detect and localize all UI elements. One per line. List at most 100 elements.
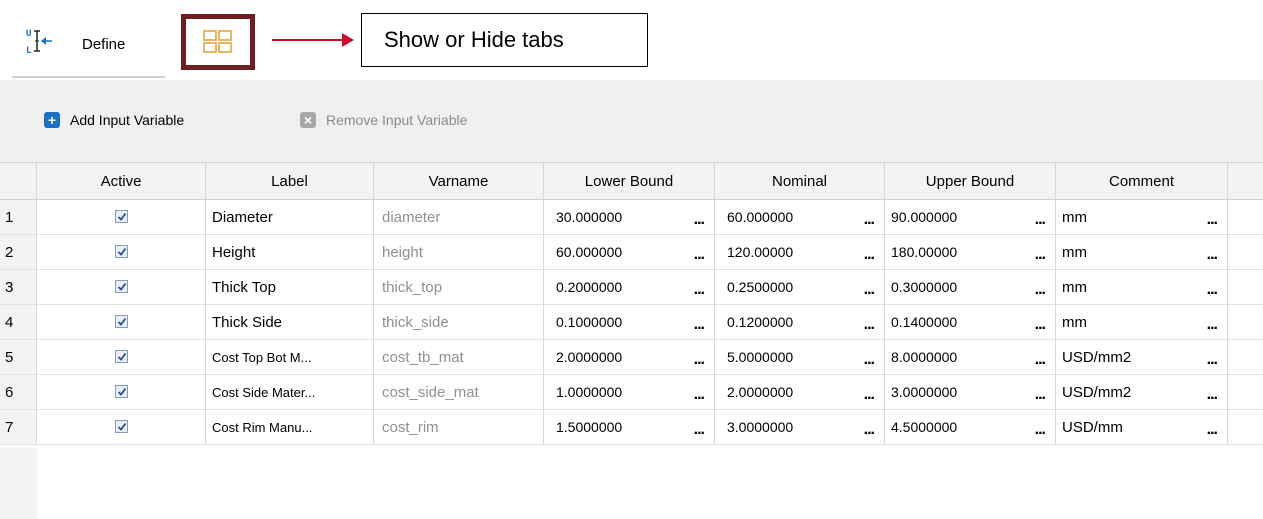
upper-bound-ellipsis-button[interactable]: ... <box>1035 307 1046 339</box>
lower-bound-ellipsis-button[interactable]: ... <box>694 342 705 374</box>
lower-bound-ellipsis-button[interactable]: ... <box>694 202 705 234</box>
comment-cell[interactable]: mm... <box>1056 270 1228 305</box>
varname-cell[interactable]: cost_side_mat <box>374 375 544 410</box>
varname-cell[interactable]: height <box>374 235 544 270</box>
varname-cell[interactable]: thick_side <box>374 305 544 340</box>
row-number[interactable]: 5 <box>0 340 37 375</box>
comment-ellipsis-button[interactable]: ... <box>1207 307 1218 339</box>
comment-value: mm <box>1062 279 1087 296</box>
comment-ellipsis-button[interactable]: ... <box>1207 377 1218 409</box>
active-checkbox[interactable] <box>114 280 128 293</box>
upper-bound-ellipsis-button[interactable]: ... <box>1035 377 1046 409</box>
row-number[interactable]: 4 <box>0 305 37 340</box>
comment-cell[interactable]: USD/mm... <box>1056 410 1228 445</box>
tab-define[interactable]: U L Define <box>12 6 165 78</box>
nominal-cell[interactable]: 60.000000... <box>715 200 885 235</box>
comment-ellipsis-button[interactable]: ... <box>1207 272 1218 304</box>
comment-cell[interactable]: mm... <box>1056 235 1228 270</box>
row-number[interactable]: 1 <box>0 200 37 235</box>
header-comment[interactable]: Comment <box>1056 163 1228 200</box>
nominal-ellipsis-button[interactable]: ... <box>864 377 875 409</box>
upper-bound-cell[interactable]: 180.00000... <box>885 235 1056 270</box>
lower-bound-cell[interactable]: 1.5000000... <box>544 410 715 445</box>
lower-bound-cell[interactable]: 1.0000000... <box>544 375 715 410</box>
remove-input-variable-button[interactable]: × Remove Input Variable <box>300 112 467 128</box>
varname-cell[interactable]: thick_top <box>374 270 544 305</box>
header-upper-bound[interactable]: Upper Bound <box>885 163 1056 200</box>
label-cell[interactable]: Height <box>206 235 374 270</box>
nominal-cell[interactable]: 0.2500000... <box>715 270 885 305</box>
upper-bound-value: 3.0000000 <box>891 384 958 400</box>
lower-bound-cell[interactable]: 2.0000000... <box>544 340 715 375</box>
lower-bound-ellipsis-button[interactable]: ... <box>694 237 705 269</box>
label-cell[interactable]: Thick Side <box>206 305 374 340</box>
active-checkbox[interactable] <box>114 210 128 223</box>
nominal-cell[interactable]: 3.0000000... <box>715 410 885 445</box>
row-number[interactable]: 2 <box>0 235 37 270</box>
upper-bound-ellipsis-button[interactable]: ... <box>1035 272 1046 304</box>
nominal-ellipsis-button[interactable]: ... <box>864 342 875 374</box>
comment-cell[interactable]: USD/mm2... <box>1056 340 1228 375</box>
row-number[interactable]: 3 <box>0 270 37 305</box>
label-cell[interactable]: Thick Top <box>206 270 374 305</box>
svg-text:U: U <box>26 29 31 39</box>
active-checkbox[interactable] <box>114 315 128 328</box>
varname-cell[interactable]: cost_rim <box>374 410 544 445</box>
comment-ellipsis-button[interactable]: ... <box>1207 412 1218 444</box>
nominal-ellipsis-button[interactable]: ... <box>864 202 875 234</box>
header-active[interactable]: Active <box>37 163 206 200</box>
nominal-cell[interactable]: 120.00000... <box>715 235 885 270</box>
active-checkbox[interactable] <box>114 350 128 363</box>
table-row: 7 Cost Rim Manu... cost_rim 1.5000000... 3.0… <box>0 410 1263 445</box>
upper-bound-cell[interactable]: 0.3000000... <box>885 270 1056 305</box>
label-cell[interactable]: Cost Top Bot M... <box>206 340 374 375</box>
active-checkbox[interactable] <box>114 245 128 258</box>
nominal-ellipsis-button[interactable]: ... <box>864 307 875 339</box>
lower-bound-cell[interactable]: 0.2000000... <box>544 270 715 305</box>
lower-bound-ellipsis-button[interactable]: ... <box>694 412 705 444</box>
row-number[interactable]: 6 <box>0 375 37 410</box>
lower-bound-cell[interactable]: 30.000000... <box>544 200 715 235</box>
active-checkbox[interactable] <box>114 420 128 433</box>
upper-bound-cell[interactable]: 4.5000000... <box>885 410 1056 445</box>
comment-cell[interactable]: mm... <box>1056 305 1228 340</box>
upper-bound-cell[interactable]: 3.0000000... <box>885 375 1056 410</box>
nominal-cell[interactable]: 5.0000000... <box>715 340 885 375</box>
comment-cell[interactable]: mm... <box>1056 200 1228 235</box>
upper-bound-cell[interactable]: 8.0000000... <box>885 340 1056 375</box>
row-number[interactable]: 7 <box>0 410 37 445</box>
lower-bound-ellipsis-button[interactable]: ... <box>694 377 705 409</box>
comment-cell[interactable]: USD/mm2... <box>1056 375 1228 410</box>
label-cell[interactable]: Cost Rim Manu... <box>206 410 374 445</box>
header-varname[interactable]: Varname <box>374 163 544 200</box>
active-checkbox[interactable] <box>114 385 128 398</box>
comment-ellipsis-button[interactable]: ... <box>1207 342 1218 374</box>
add-input-variable-button[interactable]: + Add Input Variable <box>44 112 184 128</box>
lower-bound-cell[interactable]: 60.000000... <box>544 235 715 270</box>
header-lower-bound[interactable]: Lower Bound <box>544 163 715 200</box>
nominal-cell[interactable]: 2.0000000... <box>715 375 885 410</box>
label-cell[interactable]: Diameter <box>206 200 374 235</box>
label-cell[interactable]: Cost Side Mater... <box>206 375 374 410</box>
nominal-ellipsis-button[interactable]: ... <box>864 237 875 269</box>
varname-cell[interactable]: cost_tb_mat <box>374 340 544 375</box>
comment-ellipsis-button[interactable]: ... <box>1207 202 1218 234</box>
spare-cell <box>1228 200 1263 235</box>
upper-bound-ellipsis-button[interactable]: ... <box>1035 412 1046 444</box>
upper-bound-cell[interactable]: 90.000000... <box>885 200 1056 235</box>
nominal-ellipsis-button[interactable]: ... <box>864 272 875 304</box>
upper-bound-cell[interactable]: 0.1400000... <box>885 305 1056 340</box>
upper-bound-ellipsis-button[interactable]: ... <box>1035 237 1046 269</box>
upper-bound-ellipsis-button[interactable]: ... <box>1035 342 1046 374</box>
header-label[interactable]: Label <box>206 163 374 200</box>
show-hide-tabs-button[interactable] <box>181 14 255 70</box>
lower-bound-ellipsis-button[interactable]: ... <box>694 272 705 304</box>
nominal-cell[interactable]: 0.1200000... <box>715 305 885 340</box>
header-nominal[interactable]: Nominal <box>715 163 885 200</box>
upper-bound-ellipsis-button[interactable]: ... <box>1035 202 1046 234</box>
nominal-ellipsis-button[interactable]: ... <box>864 412 875 444</box>
varname-cell[interactable]: diameter <box>374 200 544 235</box>
comment-ellipsis-button[interactable]: ... <box>1207 237 1218 269</box>
lower-bound-ellipsis-button[interactable]: ... <box>694 307 705 339</box>
lower-bound-cell[interactable]: 0.1000000... <box>544 305 715 340</box>
